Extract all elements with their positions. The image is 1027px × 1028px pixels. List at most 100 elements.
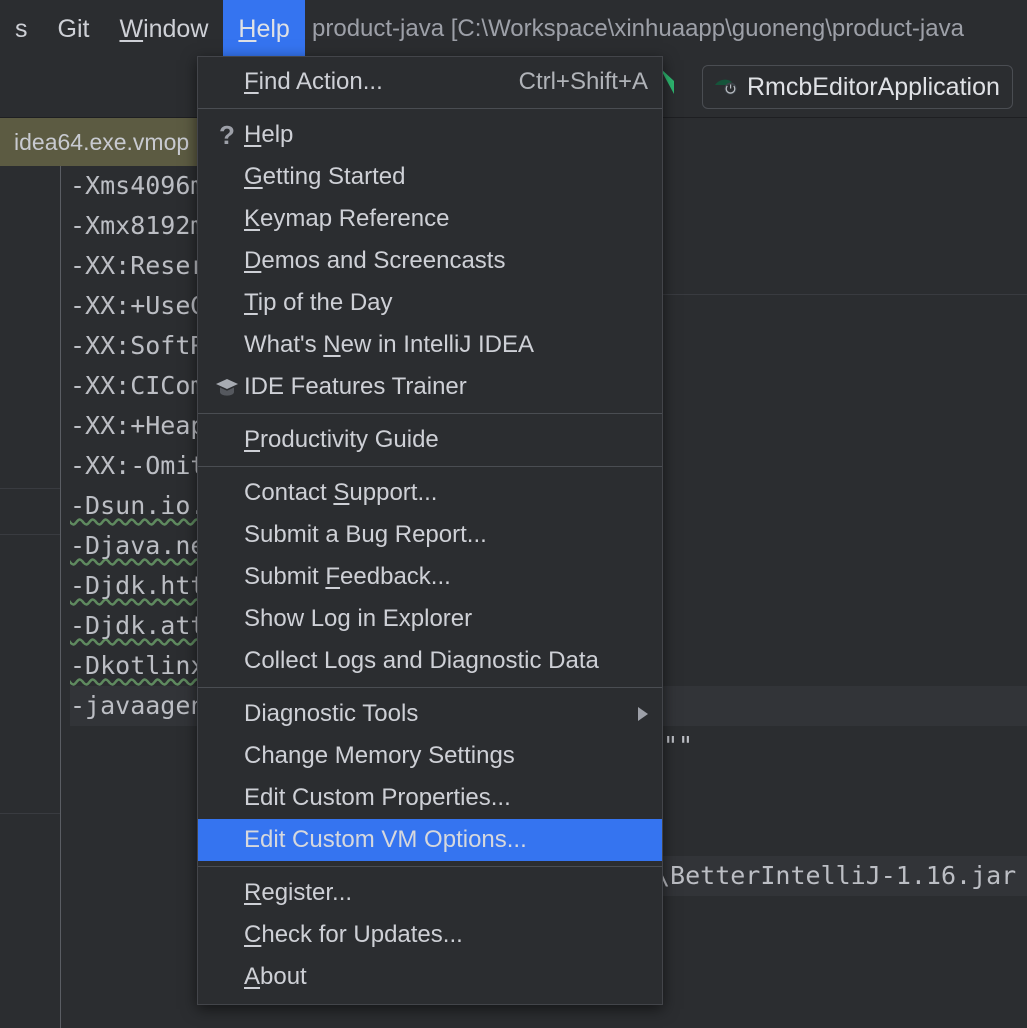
menu-item-label: Show Log in Explorer xyxy=(244,605,473,632)
menubar-item-help[interactable]: Help xyxy=(223,0,305,58)
menu-item-contact-support[interactable]: Contact Support... xyxy=(198,472,662,514)
menu-accelerator-char: F xyxy=(244,68,259,95)
menu-item-label: Diagnostic Tools xyxy=(244,700,419,727)
menu-item-check-for-updates[interactable]: Check for Updates... xyxy=(198,914,662,956)
code-line-text: -Xmx8192m xyxy=(70,211,206,240)
menu-item-label: Submit Feedback... xyxy=(244,563,451,590)
menu-item-submit-feedback[interactable]: Submit Feedback... xyxy=(198,556,662,598)
menu-item-keymap-reference[interactable]: Keymap Reference xyxy=(198,198,662,240)
menu-item-label: Check for Updates... xyxy=(244,921,463,948)
menubar-help-accel: H xyxy=(238,15,257,43)
menu-item-label: Find Action... xyxy=(244,68,383,95)
spring-boot-icon xyxy=(715,79,737,95)
menu-item-ide-features-trainer[interactable]: IDE Features Trainer xyxy=(198,366,662,408)
menu-separator xyxy=(198,866,662,867)
menu-accelerator-char: P xyxy=(244,426,261,453)
menu-item-submit-a-bug-report[interactable]: Submit a Bug Report... xyxy=(198,514,662,556)
gutter-separator xyxy=(60,166,61,961)
code-line-text: -javaagen xyxy=(70,691,206,720)
menu-item-collect-logs-and-diagnostic-data[interactable]: Collect Logs and Diagnostic Data xyxy=(198,640,662,682)
menu-separator xyxy=(198,108,662,109)
menu-item-label: About xyxy=(244,963,307,990)
editor-tab-vmoptions[interactable]: idea64.exe.vmop xyxy=(0,118,197,166)
code-jar-fragment: \BetterIntelliJ-1.16.jar xyxy=(655,856,1027,896)
menu-item-tip-of-the-day[interactable]: Tip of the Day xyxy=(198,282,662,324)
run-configuration-selector[interactable]: RmcbEditorApplication xyxy=(702,65,1013,109)
code-line-text: -Djdk.att xyxy=(70,611,206,640)
menu-accelerator-char: S xyxy=(333,479,350,506)
menu-item-label: Getting Started xyxy=(244,163,406,190)
panel-divider xyxy=(0,534,60,535)
code-line-text: -Djava.ne xyxy=(70,531,206,560)
code-line-text: -Djdk.htt xyxy=(70,571,206,600)
menu-item-label: Edit Custom Properties... xyxy=(244,784,511,811)
code-line-text: -Dkotlinx xyxy=(70,651,206,680)
menu-item-edit-custom-vm-options[interactable]: Edit Custom VM Options... xyxy=(198,819,662,861)
menu-item-label: Edit Custom VM Options... xyxy=(244,826,527,853)
menubar-window-accel: W xyxy=(119,15,144,43)
menu-accelerator-char: D xyxy=(244,247,262,274)
menu-item-label: Contact Support... xyxy=(244,479,438,506)
menu-item-about[interactable]: About xyxy=(198,956,662,998)
menu-accelerator-char: T xyxy=(244,289,258,316)
menu-accelerator-char: G xyxy=(244,163,263,190)
menu-item-label: Help xyxy=(244,121,294,148)
code-line-text: -Dsun.io. xyxy=(70,491,206,520)
menubar-window-rest: indow xyxy=(143,15,209,43)
menu-item-label: Register... xyxy=(244,879,353,906)
menu-accelerator-char: R xyxy=(244,879,262,906)
code-line-text: -XX:CICom xyxy=(70,371,206,400)
menu-item-find-action[interactable]: Find Action... Ctrl+Shift+A xyxy=(198,61,662,103)
menu-item-productivity-guide[interactable]: Productivity Guide xyxy=(198,419,662,461)
menu-separator xyxy=(198,466,662,467)
menu-item-label: Keymap Reference xyxy=(244,205,450,232)
menu-item-label: Demos and Screencasts xyxy=(244,247,506,274)
menu-accelerator-char: K xyxy=(244,205,261,232)
menu-separator xyxy=(198,413,662,414)
window-title: product-java [C:\Workspace\xinhuaapp\guo… xyxy=(312,15,964,42)
menu-accelerator-char: N xyxy=(323,331,341,358)
menu-item-help[interactable]: ? Help xyxy=(198,114,662,156)
menubar-item-git[interactable]: Git xyxy=(43,0,105,58)
menubar-item-partial[interactable]: s xyxy=(0,0,43,58)
code-line-text: -XX:+Heap xyxy=(70,411,206,440)
menu-item-label: Submit a Bug Report... xyxy=(244,521,487,548)
menu-item-edit-custom-properties[interactable]: Edit Custom Properties... xyxy=(198,777,662,819)
menubar-item-window[interactable]: Window xyxy=(104,0,223,58)
panel-divider xyxy=(0,813,60,814)
code-quote-fragment: "" xyxy=(663,731,694,760)
code-line-text: -XX:SoftR xyxy=(70,331,206,360)
graduation-cap-icon xyxy=(210,377,244,397)
menu-item-label: What's New in IntelliJ IDEA xyxy=(244,331,535,358)
code-line-text: -Xms4096m xyxy=(70,171,206,200)
menu-separator xyxy=(198,687,662,688)
run-configuration-label: RmcbEditorApplication xyxy=(747,72,1000,101)
menu-item-label: Collect Logs and Diagnostic Data xyxy=(244,647,599,674)
code-line-text: -XX:+UseG xyxy=(70,291,206,320)
menu-item-label: Productivity Guide xyxy=(244,426,439,453)
menu-accelerator-char: H xyxy=(244,121,262,148)
question-mark-icon: ? xyxy=(219,120,235,150)
menu-accelerator-char: F xyxy=(325,563,341,590)
menu-item-label: Change Memory Settings xyxy=(244,742,515,769)
menu-item-demos-and-screencasts[interactable]: Demos and Screencasts xyxy=(198,240,662,282)
editor-tab-label: idea64.exe.vmop xyxy=(14,128,190,155)
menu-item-label: Tip of the Day xyxy=(244,289,393,316)
menu-item-diagnostic-tools[interactable]: Diagnostic Tools xyxy=(198,693,662,735)
menu-item-what-s-new-in-intellij-idea[interactable]: What's New in IntelliJ IDEA xyxy=(198,324,662,366)
help-dropdown-menu: Find Action... Ctrl+Shift+A? Help Getting S… xyxy=(197,56,663,1005)
bottom-gutter-separator xyxy=(60,961,61,1028)
code-line-text: -XX:Reser xyxy=(70,251,206,280)
menu-accelerator-char: C xyxy=(244,921,262,948)
chevron-right-icon xyxy=(638,707,648,721)
menu-item-show-log-in-explorer[interactable]: Show Log in Explorer xyxy=(198,598,662,640)
menu-accelerator-char: A xyxy=(244,963,261,990)
menu-item-getting-started[interactable]: Getting Started xyxy=(198,156,662,198)
menubar-help-rest: elp xyxy=(256,15,290,43)
menu-item-change-memory-settings[interactable]: Change Memory Settings xyxy=(198,735,662,777)
panel-divider xyxy=(0,488,60,489)
menu-item-shortcut: Ctrl+Shift+A xyxy=(518,68,648,95)
code-line-text: -XX:-Omit xyxy=(70,451,206,480)
menu-item-register[interactable]: Register... xyxy=(198,872,662,914)
menu-item-label: IDE Features Trainer xyxy=(244,373,467,400)
